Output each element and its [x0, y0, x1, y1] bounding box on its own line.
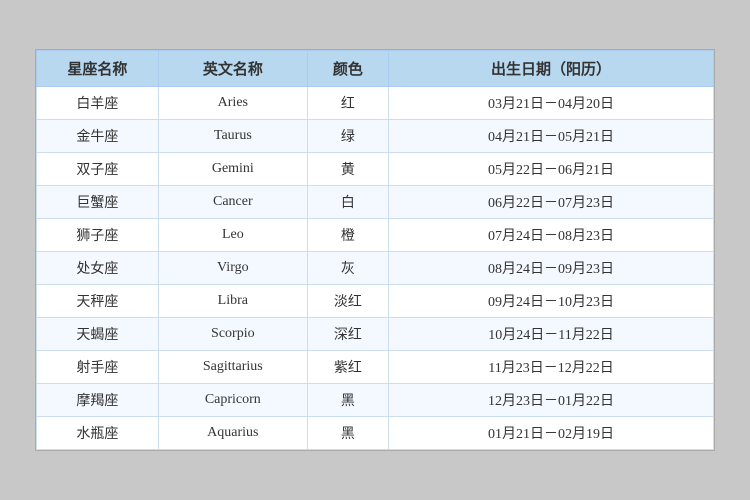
- cell-english-name: Gemini: [158, 153, 307, 186]
- zodiac-table-wrapper: 星座名称 英文名称 颜色 出生日期（阳历） 白羊座Aries红03月21日－04…: [35, 49, 715, 451]
- cell-color: 白: [307, 186, 388, 219]
- cell-date: 08月24日－09月23日: [389, 252, 714, 285]
- cell-date: 11月23日－12月22日: [389, 351, 714, 384]
- cell-chinese-name: 射手座: [37, 351, 159, 384]
- table-row: 巨蟹座Cancer白06月22日－07月23日: [37, 186, 714, 219]
- header-date: 出生日期（阳历）: [389, 51, 714, 87]
- cell-date: 03月21日－04月20日: [389, 87, 714, 120]
- cell-date: 04月21日－05月21日: [389, 120, 714, 153]
- cell-chinese-name: 巨蟹座: [37, 186, 159, 219]
- cell-color: 橙: [307, 219, 388, 252]
- cell-english-name: Taurus: [158, 120, 307, 153]
- cell-color: 绿: [307, 120, 388, 153]
- zodiac-table: 星座名称 英文名称 颜色 出生日期（阳历） 白羊座Aries红03月21日－04…: [36, 50, 714, 450]
- table-row: 摩羯座Capricorn黑12月23日－01月22日: [37, 384, 714, 417]
- cell-chinese-name: 天蝎座: [37, 318, 159, 351]
- cell-date: 01月21日－02月19日: [389, 417, 714, 450]
- cell-color: 黑: [307, 384, 388, 417]
- cell-chinese-name: 双子座: [37, 153, 159, 186]
- cell-chinese-name: 处女座: [37, 252, 159, 285]
- cell-english-name: Leo: [158, 219, 307, 252]
- cell-chinese-name: 摩羯座: [37, 384, 159, 417]
- cell-color: 深红: [307, 318, 388, 351]
- cell-english-name: Cancer: [158, 186, 307, 219]
- cell-english-name: Libra: [158, 285, 307, 318]
- table-row: 水瓶座Aquarius黑01月21日－02月19日: [37, 417, 714, 450]
- table-body: 白羊座Aries红03月21日－04月20日金牛座Taurus绿04月21日－0…: [37, 87, 714, 450]
- table-row: 白羊座Aries红03月21日－04月20日: [37, 87, 714, 120]
- cell-english-name: Capricorn: [158, 384, 307, 417]
- cell-chinese-name: 狮子座: [37, 219, 159, 252]
- table-header-row: 星座名称 英文名称 颜色 出生日期（阳历）: [37, 51, 714, 87]
- table-row: 处女座Virgo灰08月24日－09月23日: [37, 252, 714, 285]
- cell-english-name: Aquarius: [158, 417, 307, 450]
- cell-color: 紫红: [307, 351, 388, 384]
- header-chinese-name: 星座名称: [37, 51, 159, 87]
- table-row: 双子座Gemini黄05月22日－06月21日: [37, 153, 714, 186]
- cell-color: 黑: [307, 417, 388, 450]
- cell-chinese-name: 天秤座: [37, 285, 159, 318]
- cell-date: 07月24日－08月23日: [389, 219, 714, 252]
- cell-english-name: Scorpio: [158, 318, 307, 351]
- table-row: 射手座Sagittarius紫红11月23日－12月22日: [37, 351, 714, 384]
- table-row: 天蝎座Scorpio深红10月24日－11月22日: [37, 318, 714, 351]
- cell-chinese-name: 金牛座: [37, 120, 159, 153]
- cell-color: 淡红: [307, 285, 388, 318]
- header-color: 颜色: [307, 51, 388, 87]
- cell-date: 12月23日－01月22日: [389, 384, 714, 417]
- cell-date: 06月22日－07月23日: [389, 186, 714, 219]
- table-row: 天秤座Libra淡红09月24日－10月23日: [37, 285, 714, 318]
- table-row: 金牛座Taurus绿04月21日－05月21日: [37, 120, 714, 153]
- header-english-name: 英文名称: [158, 51, 307, 87]
- cell-color: 黄: [307, 153, 388, 186]
- cell-english-name: Sagittarius: [158, 351, 307, 384]
- cell-english-name: Aries: [158, 87, 307, 120]
- table-row: 狮子座Leo橙07月24日－08月23日: [37, 219, 714, 252]
- cell-date: 09月24日－10月23日: [389, 285, 714, 318]
- cell-english-name: Virgo: [158, 252, 307, 285]
- cell-color: 灰: [307, 252, 388, 285]
- cell-color: 红: [307, 87, 388, 120]
- cell-chinese-name: 白羊座: [37, 87, 159, 120]
- cell-date: 05月22日－06月21日: [389, 153, 714, 186]
- cell-chinese-name: 水瓶座: [37, 417, 159, 450]
- cell-date: 10月24日－11月22日: [389, 318, 714, 351]
